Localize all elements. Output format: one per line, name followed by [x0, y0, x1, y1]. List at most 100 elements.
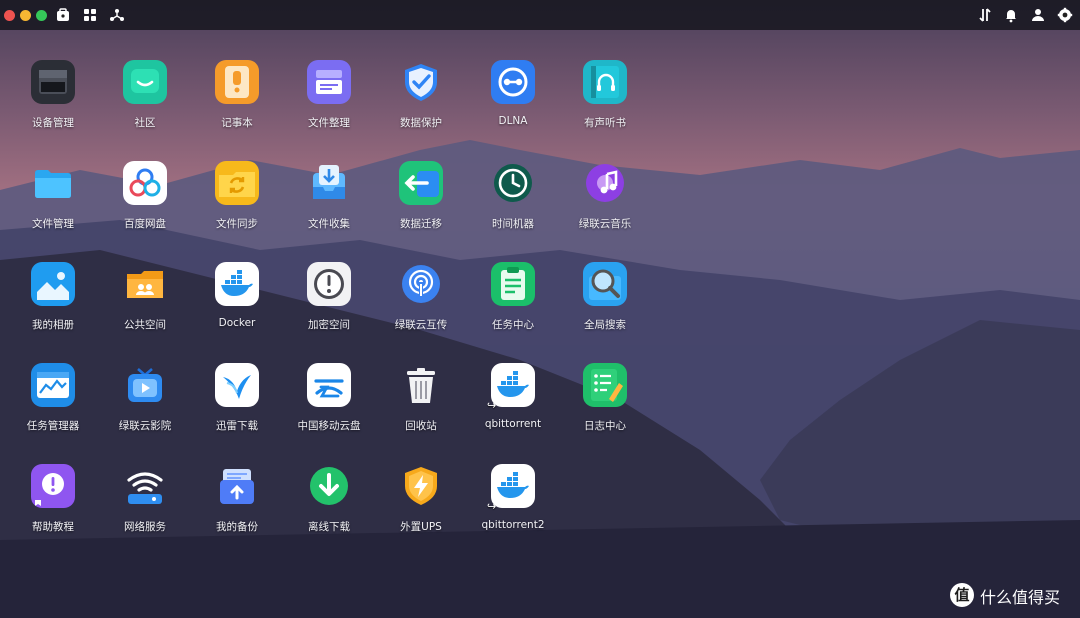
app-public-space[interactable]: 公共空间 [99, 262, 191, 352]
app-label: 迅雷下载 [216, 420, 258, 432]
grid-icon[interactable] [82, 7, 98, 23]
top-bar [0, 0, 1080, 30]
notepad-icon [215, 60, 259, 104]
app-label: DLNA [498, 115, 528, 127]
xunlei-download-icon [215, 363, 259, 407]
app-encrypted-space[interactable]: 加密空间 [283, 262, 375, 352]
docker-icon [215, 262, 259, 306]
share-network-icon[interactable] [109, 7, 125, 23]
airdrop-transfer-icon [399, 262, 443, 306]
app-xunlei-download[interactable]: 迅雷下载 [191, 363, 283, 453]
file-collect-icon [307, 161, 351, 205]
log-center-icon [583, 363, 627, 407]
minimize-window-button[interactable] [20, 10, 31, 21]
app-label: 网络服务 [124, 521, 166, 533]
app-music[interactable]: 绿联云音乐 [559, 161, 651, 251]
app-label: 记事本 [221, 117, 253, 129]
data-migration-icon [399, 161, 443, 205]
app-task-manager[interactable]: 任务管理器 [7, 363, 99, 453]
app-ups[interactable]: 外置UPS [375, 464, 467, 554]
app-photo-album[interactable]: 我的相册 [7, 262, 99, 352]
app-airdrop-transfer[interactable]: 绿联云互传 [375, 262, 467, 352]
app-label: 日志中心 [584, 420, 626, 432]
app-label: 公共空间 [124, 319, 166, 331]
cinema-icon [123, 363, 167, 407]
app-cinema[interactable]: 绿联云影院 [99, 363, 191, 453]
offline-download-icon [307, 464, 351, 508]
app-label: 任务管理器 [26, 420, 80, 432]
app-help[interactable]: 帮助教程 [7, 464, 99, 554]
app-time-machine[interactable]: 时间机器 [467, 161, 559, 251]
app-docker-shortcut[interactable]: ↪ qbittorrent2 [467, 464, 559, 554]
app-center-icon[interactable] [55, 7, 71, 23]
baidu-netdisk-icon [123, 161, 167, 205]
app-baidu-netdisk[interactable]: 百度网盘 [99, 161, 191, 251]
music-icon [583, 161, 627, 205]
bell-icon[interactable] [1003, 7, 1019, 23]
app-community[interactable]: 社区 [99, 60, 191, 150]
app-label: 回收站 [405, 420, 437, 432]
app-label: 百度网盘 [124, 218, 166, 230]
app-docker[interactable]: Docker [191, 262, 283, 352]
app-label: 绿联云音乐 [578, 218, 632, 230]
app-log-center[interactable]: 日志中心 [559, 363, 651, 453]
app-file-sync[interactable]: 文件同步 [191, 161, 283, 251]
app-label: 社区 [134, 117, 156, 129]
app-file-collect[interactable]: 文件收集 [283, 161, 375, 251]
docker-shortcut-icon [491, 464, 535, 508]
app-label: 数据迁移 [400, 218, 442, 230]
community-icon [123, 60, 167, 104]
time-machine-icon [491, 161, 535, 205]
app-data-protection[interactable]: 数据保护 [375, 60, 467, 150]
app-label: 数据保护 [400, 117, 442, 129]
file-manager-icon [31, 161, 75, 205]
app-china-mobile-cloud[interactable]: 中国移动云盘 [283, 363, 375, 453]
china-mobile-cloud-icon [307, 363, 351, 407]
help-icon [31, 464, 75, 508]
public-space-icon [123, 262, 167, 306]
backup-icon [215, 464, 259, 508]
watermark-text: 什么值得买 [980, 588, 1061, 607]
app-label: 设备管理 [32, 117, 74, 129]
shortcut-arrow-icon: ↪ [487, 399, 497, 412]
docker-shortcut-icon [491, 363, 535, 407]
app-audiobook[interactable]: 有声听书 [559, 60, 651, 150]
app-backup[interactable]: 我的备份 [191, 464, 283, 554]
close-window-button[interactable] [4, 10, 15, 21]
app-label: 绿联云互传 [394, 319, 448, 331]
app-task-center[interactable]: 任务中心 [467, 262, 559, 352]
app-docker-shortcut[interactable]: ↪ qbittorrent [467, 363, 559, 453]
app-offline-download[interactable]: 离线下载 [283, 464, 375, 554]
app-file-manager[interactable]: 文件管理 [7, 161, 99, 251]
data-protection-icon [399, 60, 443, 104]
user-icon[interactable] [1030, 7, 1046, 23]
file-organize-icon [307, 60, 351, 104]
watermark-badge: 值 [950, 583, 974, 607]
app-label: 我的相册 [32, 319, 74, 331]
transfer-icon[interactable] [977, 7, 993, 23]
app-dlna[interactable]: DLNA [467, 60, 559, 150]
app-data-migration[interactable]: 数据迁移 [375, 161, 467, 251]
app-label: 有声听书 [584, 117, 626, 129]
app-label: 文件整理 [308, 117, 350, 129]
photo-album-icon [31, 262, 75, 306]
app-label: 外置UPS [400, 521, 442, 533]
app-device-management[interactable]: 设备管理 [7, 60, 99, 150]
app-label: Docker [218, 317, 256, 329]
app-file-organize[interactable]: 文件整理 [283, 60, 375, 150]
task-center-icon [491, 262, 535, 306]
task-manager-icon [31, 363, 75, 407]
app-label: 全局搜索 [584, 319, 626, 331]
maximize-window-button[interactable] [36, 10, 47, 21]
app-label: 中国移动云盘 [297, 420, 361, 432]
app-label: 时间机器 [492, 218, 534, 230]
app-label: qbittorrent2 [481, 519, 545, 531]
app-notepad[interactable]: 记事本 [191, 60, 283, 150]
app-network-service[interactable]: 网络服务 [99, 464, 191, 554]
app-label: 文件管理 [32, 218, 74, 230]
app-global-search[interactable]: 全局搜索 [559, 262, 651, 352]
app-label: 文件同步 [216, 218, 258, 230]
app-recycle-bin[interactable]: 回收站 [375, 363, 467, 453]
ups-icon [399, 464, 443, 508]
settings-gear-icon[interactable] [1057, 7, 1073, 23]
